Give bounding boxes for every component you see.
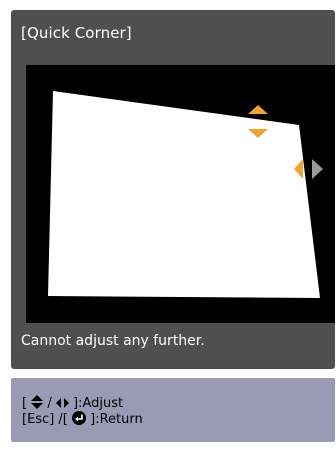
left-right-triangle-icon	[55, 398, 69, 408]
help-bar: [ / ]:Adjust [Esc] /[ ]:Return	[11, 378, 335, 442]
adjust-label: ]:Adjust	[73, 396, 124, 411]
up-arrow-icon[interactable]	[248, 105, 268, 114]
preview-canvas	[48, 91, 323, 298]
projected-image-shape	[48, 91, 320, 298]
quick-corner-dialog: [Quick Corner] Cannot adjust any further…	[11, 10, 335, 369]
right-arrow-icon	[312, 159, 323, 179]
help-adjust-line: [ / ]:Adjust	[22, 395, 123, 412]
adjust-separator: /	[47, 396, 52, 411]
bracket-open: [	[22, 396, 28, 411]
up-down-triangle-icon	[31, 395, 44, 409]
return-prefix: [Esc] /[	[22, 412, 68, 427]
dialog-title: [Quick Corner]	[21, 24, 132, 42]
return-label: ]:Return	[90, 412, 143, 427]
projection-preview	[26, 65, 335, 323]
status-message: Cannot adjust any further.	[21, 333, 205, 349]
enter-button-icon	[72, 411, 87, 425]
help-return-line: [Esc] /[ ]:Return	[22, 411, 143, 428]
